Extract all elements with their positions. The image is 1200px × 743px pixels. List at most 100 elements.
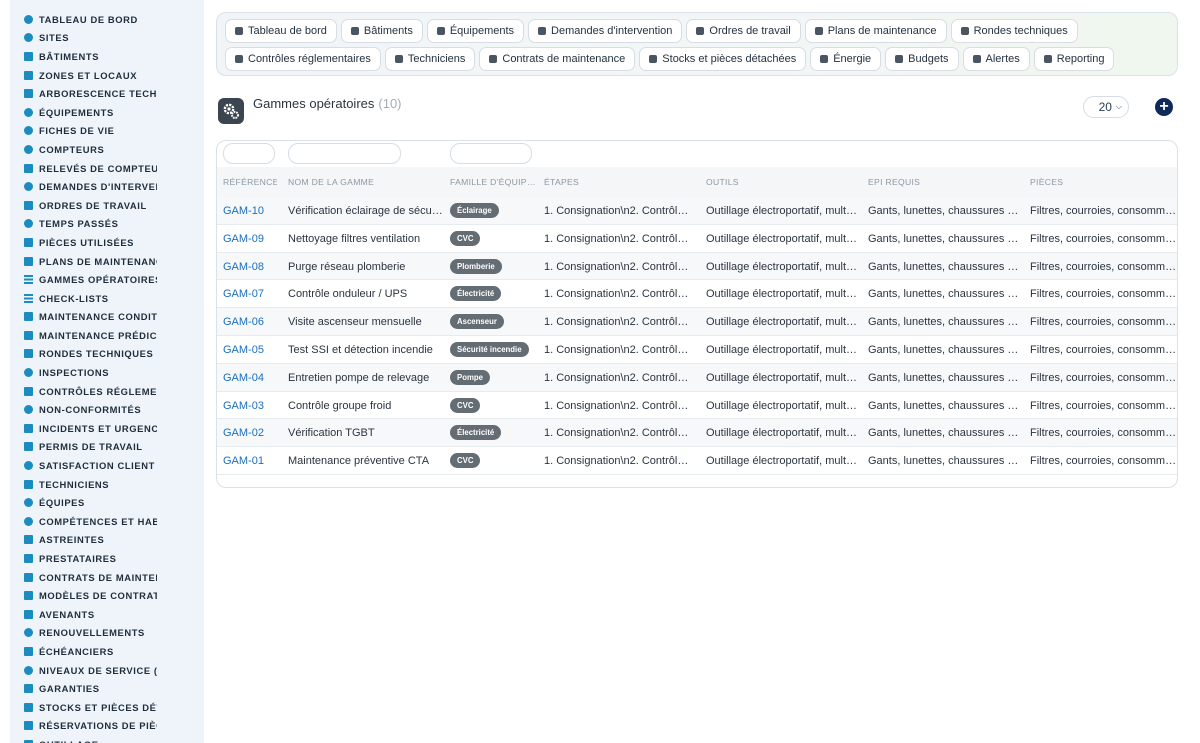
sidebar-item[interactable]: Renouvellements bbox=[10, 624, 204, 643]
reference-link[interactable]: GAM-03 bbox=[223, 400, 277, 412]
filter-name-input[interactable] bbox=[288, 143, 401, 164]
sidebar-item[interactable]: Non-conformités bbox=[10, 400, 204, 419]
sidebar-item[interactable]: Astreintes bbox=[10, 531, 204, 550]
nav-button[interactable]: Contrôles réglementaires bbox=[225, 47, 381, 71]
reference-link[interactable]: GAM-09 bbox=[223, 233, 277, 245]
table-row[interactable]: GAM-04 Entretien pompe de relevage Pompe 1.… bbox=[217, 363, 1178, 392]
sidebar-item[interactable]: Pièces utilisées bbox=[10, 233, 204, 252]
sidebar-item[interactable]: Contrats de maintenance bbox=[10, 568, 204, 587]
sidebar-item[interactable]: Arborescence techni bbox=[10, 84, 204, 103]
sidebar-item[interactable]: Réservations de pièces bbox=[10, 717, 204, 736]
reference-link[interactable]: GAM-04 bbox=[223, 372, 277, 384]
reference-link[interactable]: GAM-10 bbox=[223, 205, 277, 217]
sidebar-item[interactable]: Contrôles réglementaires bbox=[10, 382, 204, 401]
nav-button[interactable]: Ordres de travail bbox=[686, 19, 801, 43]
nav-button[interactable]: Contrats de maintenance bbox=[479, 47, 636, 71]
cell-parts: Filtres, courroies, consomma… bbox=[1030, 371, 1178, 384]
nav-button[interactable]: Énergie bbox=[810, 47, 882, 71]
sidebar-item[interactable]: Maintenance prédictive bbox=[10, 326, 204, 345]
nav-button[interactable]: Stocks et pièces détachées bbox=[639, 47, 807, 71]
sidebar-item[interactable]: Avenants bbox=[10, 605, 204, 624]
sidebar-item[interactable]: Demandes d'intervention bbox=[10, 177, 204, 196]
column-header[interactable]: Nom de la gamme bbox=[288, 177, 444, 187]
sidebar-item[interactable]: Bâtiments bbox=[10, 47, 204, 66]
reference-link[interactable]: GAM-05 bbox=[223, 344, 277, 356]
sidebar-item[interactable]: Incidents et urgences bbox=[10, 419, 204, 438]
table-row[interactable]: GAM-07 Contrôle onduleur / UPS Électricité… bbox=[217, 280, 1177, 309]
sidebar-item[interactable]: Check-lists bbox=[10, 289, 204, 308]
nav-button[interactable]: Bâtiments bbox=[340, 19, 423, 43]
sidebar-item[interactable]: Compétences et habilitations bbox=[10, 512, 204, 531]
sidebar-item[interactable]: Gammes opératoires bbox=[10, 270, 204, 289]
sync-icon bbox=[24, 628, 33, 638]
column-header[interactable]: Étapes bbox=[544, 177, 694, 187]
sidebar-item[interactable]: Garanties bbox=[10, 679, 204, 698]
cell-tools: Outillage électroportatif, multi… bbox=[706, 427, 858, 440]
sidebar-item[interactable]: Plans de maintenance bbox=[10, 252, 204, 271]
nav-button[interactable]: Tableau de bord bbox=[225, 19, 337, 43]
nav-button[interactable]: Reporting bbox=[1033, 47, 1115, 71]
sidebar-item[interactable]: Maintenance conditionnelle bbox=[10, 308, 204, 327]
column-header[interactable]: EPI requis bbox=[868, 177, 1020, 187]
reference-link[interactable]: GAM-08 bbox=[223, 261, 277, 273]
add-button[interactable]: + bbox=[1155, 98, 1173, 116]
nav-button[interactable]: Équipements bbox=[426, 19, 525, 43]
table-header: Référence Nom de la gamme Famille d'équip…… bbox=[217, 167, 1177, 197]
per-page-select[interactable]: 20 ⌵ bbox=[1083, 96, 1129, 118]
reference-link[interactable]: GAM-01 bbox=[223, 455, 277, 467]
sidebar-item[interactable]: Techniciens bbox=[10, 475, 204, 494]
filter-family-input[interactable] bbox=[450, 143, 532, 164]
nav-button[interactable]: Plans de maintenance bbox=[804, 19, 947, 43]
column-header[interactable]: Famille d'équip… bbox=[450, 177, 538, 187]
cell-steps: 1. Consignation\n2. Contrôle … bbox=[544, 455, 694, 468]
sidebar-item[interactable]: Équipements bbox=[10, 103, 204, 122]
money-icon bbox=[895, 55, 904, 63]
sidebar-item[interactable]: Permis de travail bbox=[10, 438, 204, 457]
cell-steps: 1. Consignation\n2. Contrôle … bbox=[544, 260, 694, 273]
sidebar-item[interactable]: Inspections bbox=[10, 363, 204, 382]
column-header[interactable]: Outils bbox=[706, 177, 858, 187]
dashboard-icon bbox=[24, 14, 33, 24]
filter-reference-input[interactable] bbox=[223, 143, 275, 164]
nav-button[interactable]: Alertes bbox=[962, 47, 1030, 71]
cell-steps: 1. Consignation\n2. Contrôle … bbox=[544, 399, 694, 412]
reference-link[interactable]: GAM-07 bbox=[223, 288, 277, 300]
sidebar-item[interactable]: Rondes techniques bbox=[10, 345, 204, 364]
nav-button[interactable]: Demandes d'intervention bbox=[528, 19, 683, 43]
sidebar-item[interactable]: Compteurs bbox=[10, 140, 204, 159]
sidebar-item[interactable]: Fiches de vie bbox=[10, 122, 204, 141]
sidebar-item[interactable]: Stocks et pièces détachées bbox=[10, 698, 204, 717]
sidebar-item[interactable]: Relevés de compteurs bbox=[10, 159, 204, 178]
table-row[interactable]: GAM-08 Purge réseau plomberie Plomberie 1. … bbox=[217, 252, 1177, 281]
sidebar-item-label: Maintenance conditionnelle bbox=[39, 311, 157, 323]
table-row[interactable]: GAM-05 Test SSI et détection incendie Sécu… bbox=[217, 336, 1177, 364]
table-row[interactable]: GAM-01 Maintenance préventive CTA CVC 1. Co… bbox=[217, 447, 1177, 475]
table-row[interactable]: GAM-09 Nettoyage filtres ventilation CVC 1.… bbox=[217, 225, 1177, 253]
sidebar-item[interactable]: Échéanciers bbox=[10, 642, 204, 661]
table-row[interactable]: GAM-06 Visite ascenseur mensuelle Ascenseu… bbox=[217, 308, 1177, 336]
column-header[interactable]: Pièces bbox=[1030, 177, 1177, 187]
users-icon bbox=[24, 498, 33, 508]
bell-icon bbox=[972, 55, 981, 63]
column-header[interactable]: Référence bbox=[223, 177, 277, 187]
table-row[interactable]: GAM-10 Vérification éclairage de sécu… Écl… bbox=[217, 197, 1177, 225]
nav-button[interactable]: Rondes techniques bbox=[950, 19, 1078, 43]
sidebar-item[interactable]: Ordres de travail bbox=[10, 196, 204, 215]
sidebar-item[interactable]: Niveaux de service (SLA) bbox=[10, 661, 204, 680]
nav-button[interactable]: Techniciens bbox=[384, 47, 476, 71]
reference-link[interactable]: GAM-06 bbox=[223, 316, 277, 328]
sidebar-item[interactable]: Modèles de contrats bbox=[10, 586, 204, 605]
sidebar-item[interactable]: Équipes bbox=[10, 493, 204, 512]
sidebar-item[interactable]: Satisfaction client bbox=[10, 456, 204, 475]
sidebar-item[interactable]: Sites bbox=[10, 29, 204, 48]
table-row[interactable]: GAM-02 Vérification TGBT Électricité 1. Con… bbox=[217, 419, 1177, 448]
sidebar-item[interactable]: Zones et locaux bbox=[10, 66, 204, 85]
sidebar-item[interactable]: Tableau de bord bbox=[10, 10, 204, 29]
nav-button[interactable]: Budgets bbox=[885, 47, 959, 71]
sidebar-item[interactable]: Prestataires bbox=[10, 549, 204, 568]
reference-link[interactable]: GAM-02 bbox=[223, 427, 277, 439]
sidebar-item[interactable]: Temps passés bbox=[10, 215, 204, 234]
sidebar-item[interactable]: Outillage bbox=[10, 735, 204, 743]
table-row[interactable]: GAM-03 Contrôle groupe froid CVC 1. Consign… bbox=[217, 392, 1177, 420]
handshake-icon bbox=[24, 554, 33, 564]
